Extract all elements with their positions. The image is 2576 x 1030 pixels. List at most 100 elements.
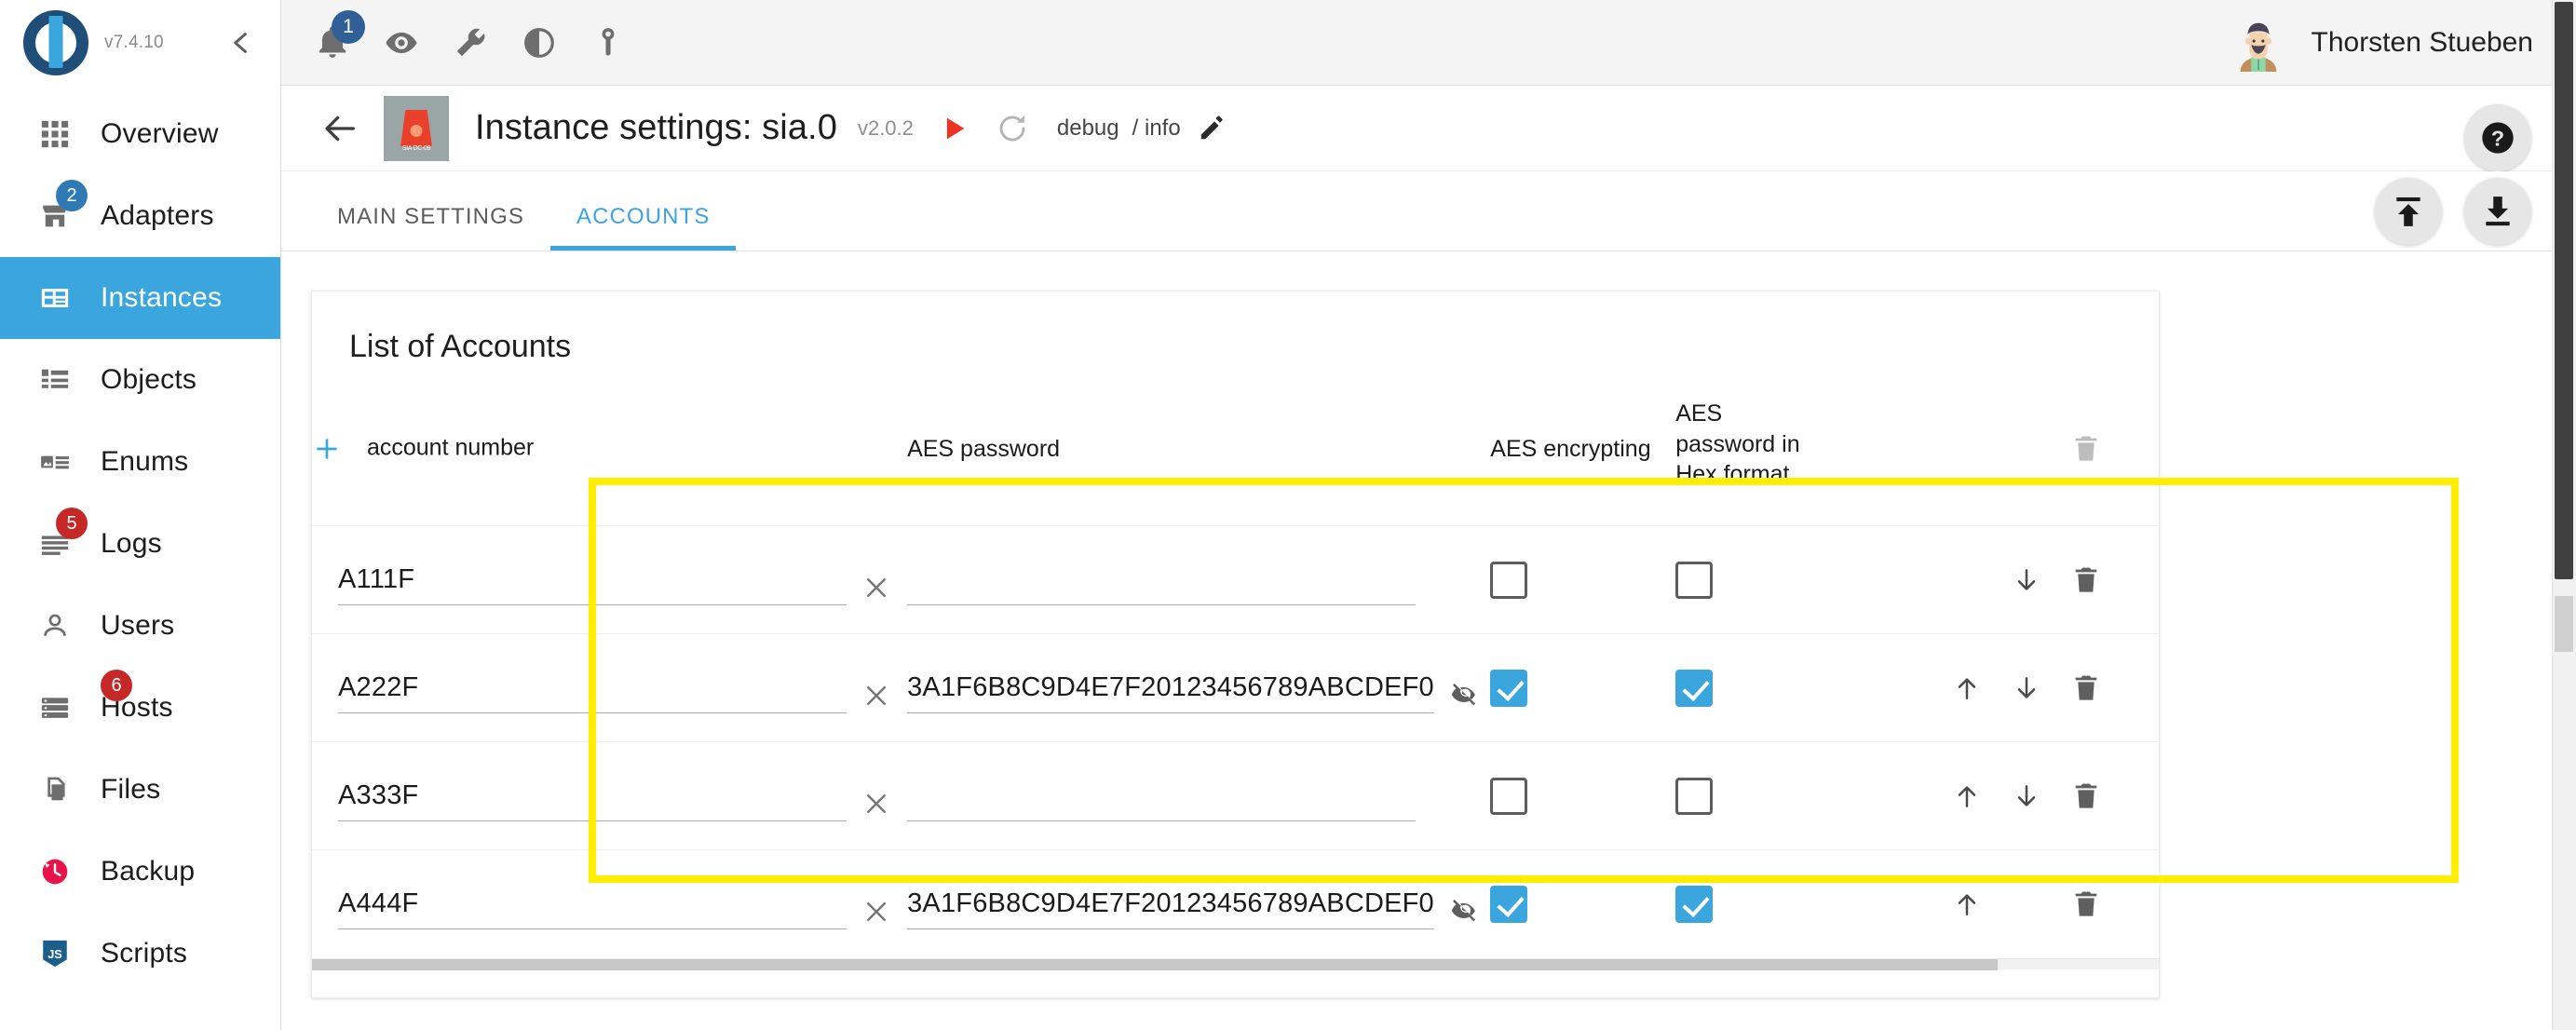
pencil-icon [1198,115,1226,142]
toggle-password-visibility-button[interactable] [1434,680,1494,713]
export-button[interactable] [2464,178,2531,245]
account-number-field[interactable]: A333F [338,771,906,821]
arrow-down-icon [2012,673,2041,703]
account-number-field[interactable]: A222F [338,663,906,713]
sidebar-header: v7.4.10 [0,0,280,86]
sidebar-item-overview[interactable]: Overview [0,93,280,175]
main-content: 1 [281,0,2576,1030]
instance-header: SIA DC-09 Instance settings: sia.0 v2.0.… [281,86,2576,171]
edit-log-level-button[interactable] [1198,115,1226,142]
account-number-value: A222F [338,672,418,703]
back-button[interactable] [311,99,371,158]
aes-password-field[interactable] [907,771,1475,821]
sidebar-item-users[interactable]: Users [0,585,280,667]
top-toolbar: 1 [281,0,2576,86]
toggle-password-visibility-button[interactable] [1416,818,1475,821]
notifications-badge: 1 [332,10,365,44]
sidebar-collapse-button[interactable] [215,17,267,69]
backup-clock-icon [34,850,76,893]
move-down-button[interactable] [2012,781,2041,811]
scrollbar-secondary[interactable] [2555,596,2573,652]
sidebar-item-instances[interactable]: Instances [0,257,280,339]
trash-icon [2071,889,2101,919]
sidebar-item-enums[interactable]: Enums [0,421,280,503]
aes-password-value: 3A1F6B8C9D4E7F20123456789ABCDEF0 [907,672,1434,703]
sidebar-item-label: Overview [101,118,219,150]
clear-account-button[interactable] [847,790,906,821]
aes-password-hex-checkbox[interactable] [1675,670,1713,707]
table-horizontal-scrollbar[interactable] [312,958,2159,969]
grid-icon [34,113,76,156]
avatar [2230,14,2287,72]
aes-password-field[interactable]: 3A1F6B8C9D4E7F20123456789ABCDEF0 [907,879,1475,929]
aes-password-hex-checkbox[interactable] [1675,778,1713,815]
key-button[interactable] [574,8,643,77]
instances-icon [34,277,76,319]
expert-mode-button[interactable] [367,8,436,77]
aes-password-field[interactable] [907,555,1475,605]
table-header-row: account number AES password AES encrypti… [312,399,2159,526]
clear-account-button[interactable] [847,574,906,605]
delete-row-button[interactable] [2071,565,2101,595]
sidebar-item-adapters[interactable]: 2 Adapters [0,175,280,257]
user-menu[interactable]: Thorsten Stueben [2230,14,2576,72]
svg-text:JS: JS [47,947,62,961]
page-title: Instance settings: sia.0 [475,108,837,148]
aes-password-hex-checkbox[interactable] [1675,562,1713,599]
sidebar-item-files[interactable]: Files [0,749,280,831]
notifications-button[interactable]: 1 [298,8,367,77]
aes-password-hex-checkbox[interactable] [1675,886,1713,923]
clear-account-button[interactable] [847,898,906,929]
sidebar-item-label: Logs [101,528,162,560]
arrow-up-icon [1952,781,1982,811]
move-down-button[interactable] [2012,565,2041,595]
account-number-field[interactable]: A111F [338,555,906,605]
delete-row-button[interactable] [2071,889,2101,919]
toggle-password-visibility-button[interactable] [1416,602,1475,605]
log-level-label[interactable]: debug [1057,115,1119,142]
aes-encrypting-checkbox[interactable] [1490,670,1527,707]
arrow-up-icon [1952,673,1982,703]
clear-account-button[interactable] [847,682,906,713]
help-button[interactable]: ? [2464,104,2531,171]
theme-contrast-button[interactable] [505,8,574,77]
import-button[interactable] [2375,178,2442,245]
toggle-password-visibility-button[interactable] [1434,896,1494,929]
trash-icon [2071,565,2101,595]
log-level-secondary: info [1145,115,1181,141]
wrench-icon [453,25,488,61]
aes-encrypting-checkbox[interactable] [1490,562,1527,599]
tab-accounts[interactable]: ACCOUNTS [550,204,736,251]
settings-wrench-button[interactable] [436,8,505,77]
accounts-panel: List of Accounts account number AES pass… [281,251,2576,998]
column-header-label: account number [367,435,534,461]
tab-main-settings[interactable]: MAIN SETTINGS [311,204,550,251]
sidebar-item-hosts[interactable]: 6 Hosts [0,667,280,749]
move-up-button[interactable] [1952,781,1982,811]
account-number-field[interactable]: A444F [338,879,906,929]
move-up-button[interactable] [1952,673,1982,703]
delete-row-button[interactable] [2071,673,2101,703]
sidebar-item-backup[interactable]: Backup [0,831,280,913]
move-up-button[interactable] [1952,889,1982,919]
aes-encrypting-checkbox[interactable] [1490,778,1527,815]
sidebar-item-logs[interactable]: 5 Logs [0,503,280,585]
move-down-button[interactable] [2012,673,2041,703]
aes-encrypting-checkbox[interactable] [1490,886,1527,923]
sidebar-item-label: Scripts [101,938,187,969]
sidebar-item-objects[interactable]: Objects [0,339,280,421]
delete-all-button[interactable] [2071,434,2101,464]
table-row: A222F 3A1F6B8C9D4E7F20123456789ABCDEF0 [312,634,2159,742]
add-account-button[interactable] [312,434,342,464]
close-x-icon [862,574,890,602]
list-icon [34,359,76,401]
delete-row-button[interactable] [2071,781,2101,811]
scrollbar-thumb[interactable] [2555,2,2573,579]
aes-password-field[interactable]: 3A1F6B8C9D4E7F20123456789ABCDEF0 [907,663,1475,713]
sidebar-item-scripts[interactable]: JS Scripts [0,913,280,995]
table-row: A444F 3A1F6B8C9D4E7F20123456789ABCDEF0 [312,850,2159,958]
page-vertical-scrollbar[interactable] [2552,0,2576,1030]
restart-instance-button[interactable] [996,112,1029,145]
download-icon [2480,194,2515,229]
start-instance-button[interactable] [938,113,969,144]
